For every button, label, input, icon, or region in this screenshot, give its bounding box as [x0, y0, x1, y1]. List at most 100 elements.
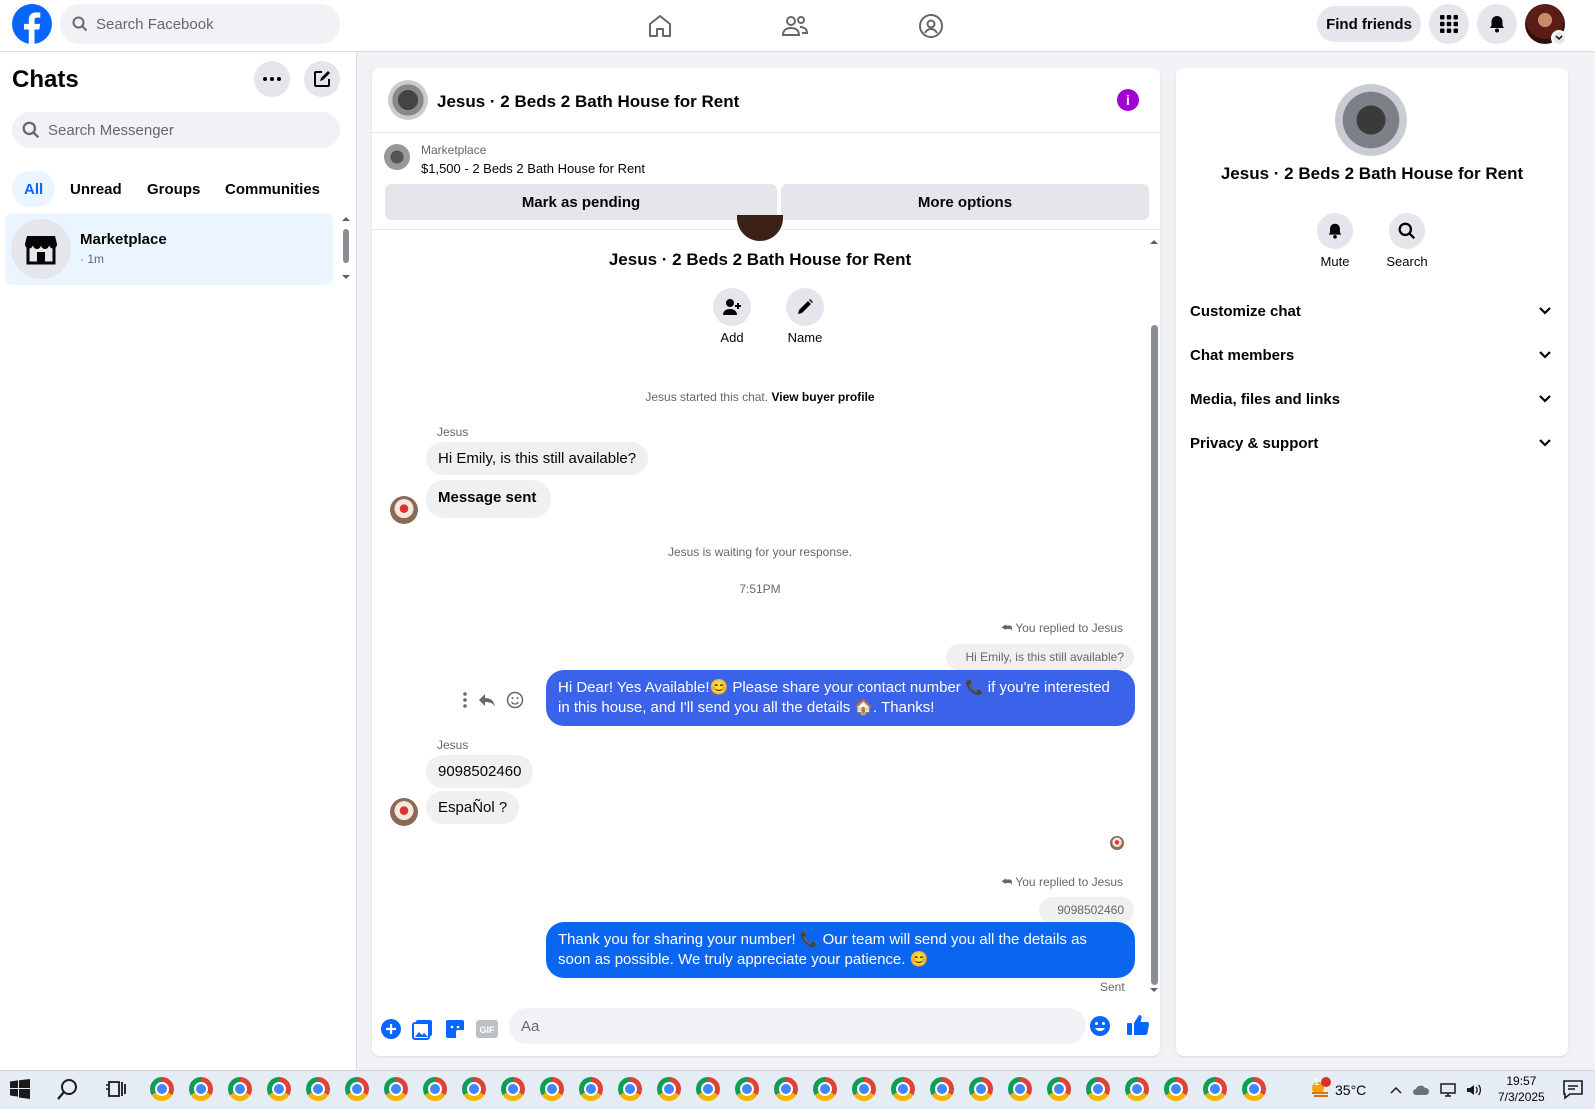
chevron-down-icon[interactable]: [1551, 30, 1567, 46]
notifications-center-icon[interactable]: [1562, 1078, 1584, 1100]
task-view-icon[interactable]: [104, 1077, 128, 1101]
onedrive-icon[interactable]: [1412, 1084, 1430, 1096]
outgoing-message[interactable]: Thank you for sharing your number! 📞 Our…: [546, 922, 1135, 978]
chat-list-scrollbar[interactable]: [340, 213, 352, 283]
browser-window-icon[interactable]: [267, 1077, 291, 1101]
browser-window-icon[interactable]: [657, 1077, 681, 1101]
clock[interactable]: 19:57 7/3/2025: [1498, 1073, 1545, 1105]
browser-window-icon[interactable]: [423, 1077, 447, 1101]
browser-window-icon[interactable]: [1047, 1077, 1071, 1101]
quoted-message[interactable]: 9098502460: [1039, 897, 1134, 923]
section-media-files-links[interactable]: Media, files and links: [1190, 381, 1552, 417]
mark-as-pending-button[interactable]: Mark as pending: [385, 184, 777, 220]
browser-window-icon[interactable]: [345, 1077, 369, 1101]
browser-window-icon[interactable]: [852, 1077, 876, 1101]
browser-window-icon[interactable]: [813, 1077, 837, 1101]
browser-window-icon[interactable]: [384, 1077, 408, 1101]
react-emoji-icon[interactable]: [506, 691, 524, 709]
messenger-search-input[interactable]: Search Messenger: [12, 112, 340, 148]
more-actions-icon[interactable]: [462, 692, 468, 708]
outgoing-message[interactable]: Hi Dear! Yes Available!😊 Please share yo…: [546, 670, 1135, 726]
browser-window-icon[interactable]: [1086, 1077, 1110, 1101]
browser-window-icon[interactable]: [579, 1077, 603, 1101]
listing-thumbnail[interactable]: [384, 144, 410, 170]
browser-window-icon[interactable]: [228, 1077, 252, 1101]
photo-gallery-icon[interactable]: [411, 1017, 435, 1041]
mute-bell-icon[interactable]: [1317, 213, 1353, 249]
conversation-title[interactable]: Jesus · 2 Beds 2 Bath House for Rent: [437, 92, 739, 112]
browser-window-icon[interactable]: [774, 1077, 798, 1101]
incoming-message[interactable]: 9098502460: [426, 755, 534, 788]
groups-icon[interactable]: [901, 4, 961, 48]
browser-window-icon[interactable]: [735, 1077, 759, 1101]
notifications-bell-icon[interactable]: [1477, 4, 1517, 44]
quoted-message[interactable]: Hi Emily, is this still available?: [946, 644, 1134, 670]
home-icon[interactable]: [630, 4, 690, 48]
section-privacy-support[interactable]: Privacy & support: [1190, 425, 1552, 461]
more-options-icon[interactable]: [254, 61, 290, 97]
weather-icon[interactable]: [1308, 1076, 1332, 1100]
incoming-message[interactable]: Hi Emily, is this still available?: [426, 442, 649, 475]
browser-window-icon[interactable]: [969, 1077, 993, 1101]
browser-window-icon[interactable]: [150, 1077, 174, 1101]
filter-tab-unread[interactable]: Unread: [58, 171, 134, 207]
browser-window-icon[interactable]: [462, 1077, 486, 1101]
filter-tab-all[interactable]: All: [12, 171, 56, 207]
section-chat-members[interactable]: Chat members: [1190, 337, 1552, 373]
chevron-down-icon: [1538, 438, 1552, 448]
browser-window-icon[interactable]: [696, 1077, 720, 1101]
gif-icon[interactable]: GIF: [475, 1017, 499, 1041]
search-icon[interactable]: [1389, 213, 1425, 249]
menu-grid-icon[interactable]: [1429, 4, 1469, 44]
plus-circle-icon[interactable]: [379, 1017, 403, 1041]
info-icon[interactable]: i: [1117, 89, 1139, 111]
listing-title[interactable]: $1,500 - 2 Beds 2 Bath House for Rent: [421, 161, 645, 176]
taskbar-search-icon[interactable]: [56, 1077, 80, 1101]
windows-start-icon[interactable]: [8, 1077, 32, 1101]
more-options-button[interactable]: More options: [781, 184, 1149, 220]
filter-tab-communities[interactable]: Communities: [213, 171, 332, 207]
browser-window-icon[interactable]: [1008, 1077, 1032, 1101]
view-buyer-profile-link[interactable]: View buyer profile: [771, 390, 874, 404]
browser-window-icon[interactable]: [306, 1077, 330, 1101]
message-status: Sent: [1100, 980, 1125, 994]
browser-window-icon[interactable]: [1203, 1077, 1227, 1101]
browser-window-icon[interactable]: [1242, 1077, 1266, 1101]
browser-window-icon[interactable]: [891, 1077, 915, 1101]
filter-tab-groups[interactable]: Groups: [135, 171, 212, 207]
new-message-icon[interactable]: [304, 61, 340, 97]
browser-window-icon[interactable]: [618, 1077, 642, 1101]
waiting-notice: Jesus is waiting for your response.: [667, 545, 853, 559]
browser-window-icon[interactable]: [540, 1077, 564, 1101]
section-customize-chat[interactable]: Customize chat: [1190, 293, 1552, 329]
temperature[interactable]: 35°C: [1335, 1082, 1366, 1098]
edit-name-icon[interactable]: [786, 288, 824, 326]
chat-started-notice: Jesus started this chat. View buyer prof…: [372, 390, 1148, 404]
find-friends-button[interactable]: Find friends: [1317, 6, 1421, 42]
facebook-logo-icon[interactable]: [12, 4, 52, 44]
emoji-icon[interactable]: [1088, 1014, 1112, 1038]
incoming-message[interactable]: Message sent: [426, 480, 552, 518]
add-person-icon[interactable]: [713, 288, 751, 326]
network-icon[interactable]: [1440, 1083, 1456, 1097]
conversation-avatar[interactable]: [388, 80, 428, 120]
friends-icon[interactable]: [765, 4, 825, 48]
sticker-icon[interactable]: [443, 1017, 467, 1041]
browser-window-icon[interactable]: [189, 1077, 213, 1101]
browser-window-icon[interactable]: [1164, 1077, 1188, 1101]
chevron-up-icon[interactable]: [1390, 1086, 1402, 1094]
sender-avatar[interactable]: [390, 798, 418, 826]
thumbs-up-icon[interactable]: [1126, 1013, 1150, 1037]
volume-icon[interactable]: [1466, 1083, 1482, 1097]
browser-window-icon[interactable]: [930, 1077, 954, 1101]
facebook-search-input[interactable]: Search Facebook: [60, 4, 340, 44]
sender-avatar[interactable]: [390, 496, 418, 524]
incoming-message[interactable]: EspaÑol ?: [426, 791, 520, 824]
browser-window-icon[interactable]: [501, 1077, 525, 1101]
section-label: Privacy & support: [1190, 434, 1319, 452]
browser-window-icon[interactable]: [1125, 1077, 1149, 1101]
reply-icon[interactable]: [478, 692, 496, 708]
conversation-scrollbar-thumb[interactable]: [1151, 325, 1158, 985]
message-composer-input[interactable]: Aa: [509, 1008, 1086, 1044]
details-avatar[interactable]: [1335, 84, 1407, 156]
